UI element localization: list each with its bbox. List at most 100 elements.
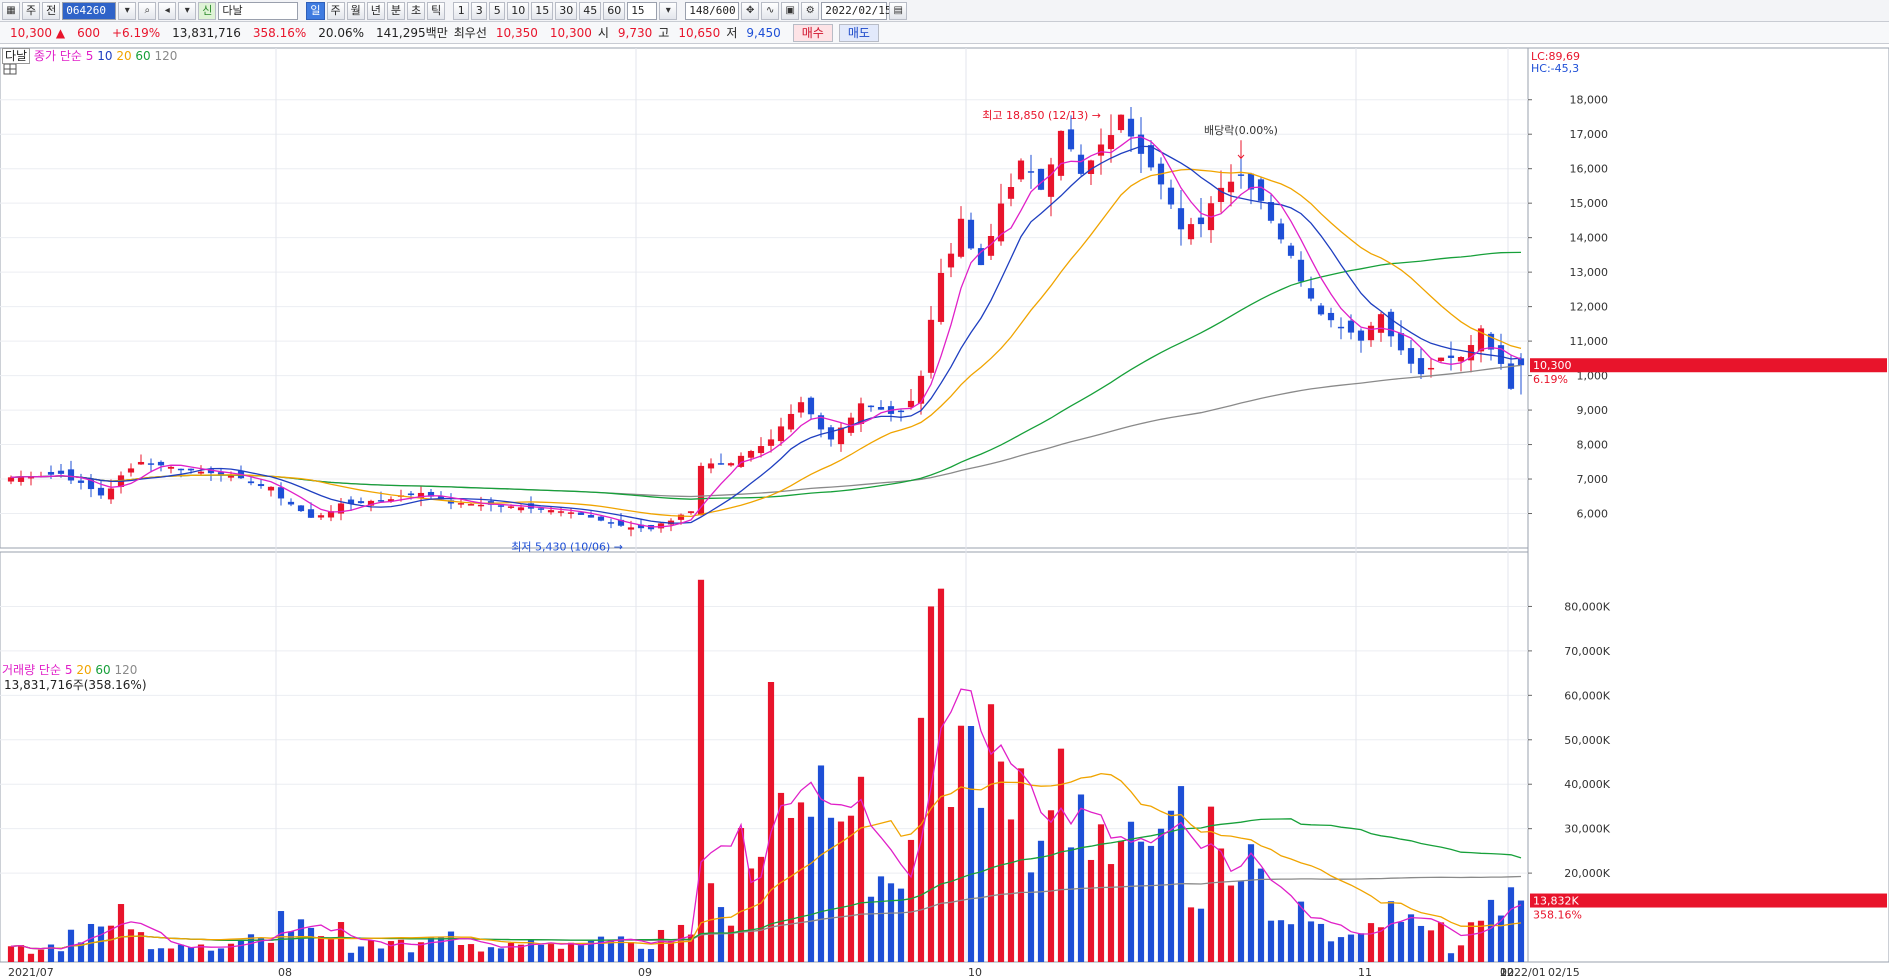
candle-body <box>787 413 795 430</box>
candle-body <box>727 463 735 466</box>
candle-body <box>1427 367 1435 370</box>
volume-bar <box>1307 921 1315 962</box>
gear-icon[interactable]: ⚙ <box>801 1 820 20</box>
candle-body <box>1047 164 1055 197</box>
candle-body <box>1347 320 1355 333</box>
market-sub-select[interactable]: 전 <box>42 1 61 20</box>
last-volume-marker <box>1530 893 1887 908</box>
period-tab-second[interactable]: 초 <box>407 1 426 20</box>
dropdown-icon[interactable]: ▾ <box>118 1 137 20</box>
market-type-select[interactable]: 주 <box>22 1 41 20</box>
candle-body <box>457 503 465 505</box>
price-legend-title[interactable]: 다날 <box>2 48 31 64</box>
x-tick-label: 08 <box>278 966 292 979</box>
count-display: 148/600 <box>685 1 740 20</box>
volume-bar <box>907 839 915 962</box>
chevron-down-icon[interactable]: ▾ <box>178 1 197 20</box>
period-tab-week[interactable]: 주 <box>326 1 345 20</box>
candle-body <box>687 511 695 513</box>
volume-bar <box>967 726 975 962</box>
best-ask-price: 10,350 <box>495 25 538 40</box>
volume-bar <box>877 876 885 962</box>
calendar-icon[interactable]: ▤ <box>889 1 908 20</box>
period-tab-year[interactable]: 년 <box>366 1 385 20</box>
candle-body <box>107 488 115 500</box>
period-tab-minute[interactable]: 분 <box>386 1 405 20</box>
candle-body <box>1017 160 1025 180</box>
candle-body <box>757 446 765 454</box>
period-tab-day[interactable]: 일 <box>306 1 325 20</box>
volume-bar <box>177 944 185 962</box>
volume-bar <box>337 922 345 962</box>
candle-body <box>1057 130 1065 176</box>
volume-bar <box>757 856 765 962</box>
volume-bar <box>787 817 795 962</box>
interval-30[interactable]: 30 <box>555 1 578 20</box>
candle-body <box>717 463 725 465</box>
volume-bar <box>737 828 745 962</box>
volume-bar <box>627 942 635 962</box>
volume-bar <box>467 944 475 962</box>
candle-body <box>967 219 975 249</box>
search-icon[interactable]: ⌕ <box>138 1 157 20</box>
cross-arrows-icon[interactable]: ✥ <box>741 1 760 20</box>
candle-body <box>147 463 155 465</box>
price-tick-label: 9,000 <box>1577 404 1609 417</box>
x-tick-label: 2021/07 <box>8 966 54 979</box>
volume-bar <box>667 940 675 962</box>
save-icon[interactable]: ▣ <box>781 1 800 20</box>
volume-legend-title[interactable]: 거래량 단순 <box>2 663 61 677</box>
interval-3[interactable]: 3 <box>471 1 488 20</box>
stock-name-field[interactable]: 다날 <box>218 1 299 20</box>
chart-area[interactable]: 6,000 7,000 8,000 9,000 1,000 11,000 12,000 13,… <box>0 44 1889 980</box>
candle-body <box>1287 245 1295 256</box>
volume-bar <box>1107 864 1115 962</box>
high-annotation: 최고 18,850 (12/13) → <box>982 109 1101 122</box>
buy-button[interactable]: 매수 <box>792 23 833 42</box>
wave-icon[interactable]: ∿ <box>761 1 780 20</box>
low-annotation: 최저 5,430 (10/06) → <box>511 540 623 553</box>
chart-menu-icon[interactable]: ▦ <box>2 1 20 20</box>
stock-code-input[interactable]: 064260 <box>62 1 117 20</box>
volume-bar <box>1447 953 1455 962</box>
x-tick-label: 09 <box>638 966 652 979</box>
price-tick-label: 15,000 <box>1570 197 1609 210</box>
ma20-label: 20 <box>116 49 132 63</box>
candle-body <box>1457 357 1465 362</box>
period-tab-month[interactable]: 월 <box>346 1 365 20</box>
interval-10[interactable]: 10 <box>507 1 530 20</box>
interval-5[interactable]: 5 <box>489 1 506 20</box>
volume-tick-label: 80,000K <box>1564 600 1610 613</box>
speaker-icon[interactable]: ◂ <box>158 1 177 20</box>
candle-body <box>1267 202 1275 221</box>
volume-bar <box>387 941 395 962</box>
interval-45[interactable]: 45 <box>579 1 602 20</box>
candle-body <box>277 487 285 499</box>
candle-body <box>1027 171 1035 173</box>
chevron-down-icon[interactable]: ▾ <box>659 1 678 20</box>
sell-button[interactable]: 매도 <box>838 23 879 42</box>
candle-body <box>297 505 305 512</box>
volume-bar <box>1267 920 1275 962</box>
candle-body <box>1277 223 1285 240</box>
volume-bar <box>97 926 105 962</box>
date-field[interactable]: 2022/02/15 <box>821 1 891 20</box>
interval-15[interactable]: 15 <box>531 1 554 20</box>
volume-bar <box>207 950 215 962</box>
candle-body <box>1297 259 1305 282</box>
interval-1[interactable]: 1 <box>453 1 470 20</box>
volume-bar <box>457 945 465 962</box>
volume-bar <box>17 945 25 962</box>
volume-bar <box>1377 927 1385 962</box>
interval-input[interactable]: 15 <box>627 1 658 20</box>
candle-body <box>597 516 605 521</box>
volume-bar <box>377 948 385 962</box>
period-tab-tick[interactable]: 틱 <box>427 1 446 20</box>
candle-body <box>77 480 85 483</box>
volume-bar <box>637 948 645 962</box>
stock-chart[interactable]: 6,0007,0008,0009,0001,00011,00012,00013,… <box>0 44 1889 980</box>
volume-bar <box>827 817 835 962</box>
interval-60[interactable]: 60 <box>603 1 626 20</box>
volume-bar <box>1407 914 1415 962</box>
candle-body <box>827 427 835 440</box>
